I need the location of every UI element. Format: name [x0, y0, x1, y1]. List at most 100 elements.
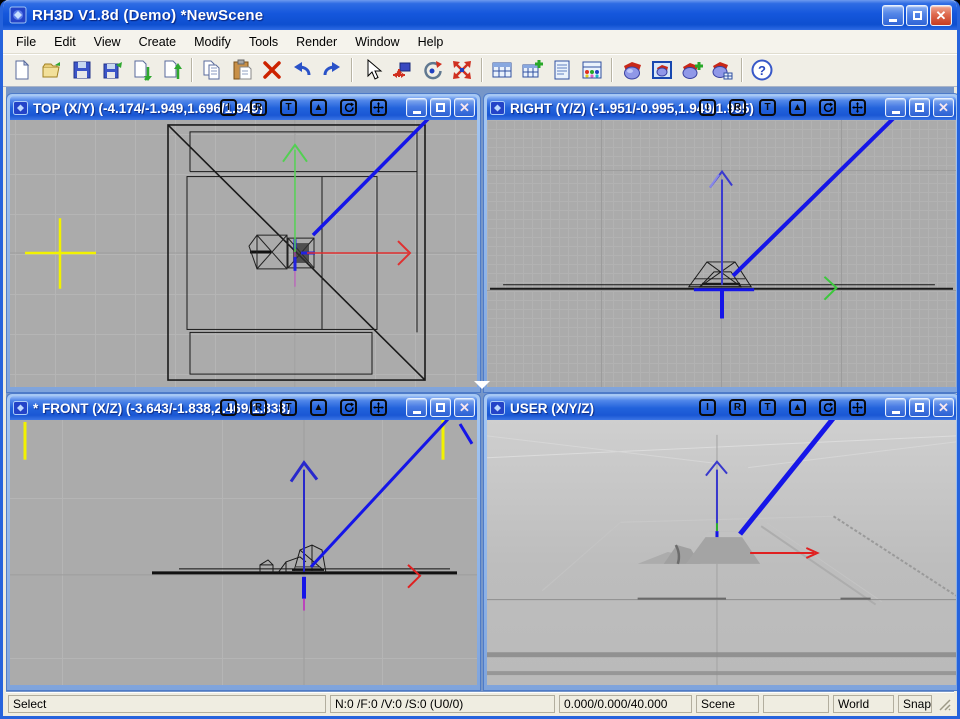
maximize-icon — [436, 403, 445, 412]
user-toggle-i[interactable]: I — [699, 399, 716, 416]
close-icon: ✕ — [459, 101, 470, 114]
material-add-button[interactable] — [677, 56, 707, 84]
user-scene — [487, 420, 956, 685]
status-snap[interactable]: Snap — [898, 695, 932, 713]
top-toggle-shade[interactable]: ▲ — [310, 99, 327, 116]
top-toggle-r[interactable]: R — [250, 99, 267, 116]
viewport-user-titlebar[interactable]: USER (X/Y/Z) IRT▲ ✕ — [487, 396, 956, 420]
menu-item-view[interactable]: View — [85, 32, 130, 52]
move-button[interactable] — [387, 56, 417, 84]
top-close-button[interactable]: ✕ — [454, 98, 475, 117]
top-toggle-pan[interactable] — [370, 99, 387, 116]
copy-button[interactable] — [197, 56, 227, 84]
top-toggle-i[interactable]: I — [220, 99, 237, 116]
menu-item-edit[interactable]: Edit — [45, 32, 85, 52]
redo-button[interactable] — [317, 56, 347, 84]
front-maximize-button[interactable] — [430, 398, 451, 417]
front-toggle-t[interactable]: T — [280, 399, 297, 416]
front-close-button[interactable]: ✕ — [454, 398, 475, 417]
front-toggle-pan[interactable] — [370, 399, 387, 416]
right-maximize-button[interactable] — [909, 98, 930, 117]
viewport-front-canvas[interactable] — [10, 420, 477, 685]
user-minimize-button[interactable] — [885, 398, 906, 417]
viewport-top-titlebar[interactable]: TOP (X/Y) (-4.174/-1.949,1.696/1.949) IR… — [10, 96, 477, 120]
resize-grip[interactable] — [936, 696, 952, 712]
toolbar-separator — [351, 58, 353, 82]
save-button[interactable] — [67, 56, 97, 84]
menu-item-create[interactable]: Create — [130, 32, 186, 52]
maximize-button[interactable] — [906, 5, 928, 26]
front-minimize-button[interactable] — [406, 398, 427, 417]
close-icon: ✕ — [938, 401, 949, 414]
menu-item-modify[interactable]: Modify — [185, 32, 240, 52]
right-toggle-shade[interactable]: ▲ — [789, 99, 806, 116]
undo-button[interactable] — [287, 56, 317, 84]
material-table-button[interactable] — [707, 56, 737, 84]
user-toggle-r[interactable]: R — [729, 399, 746, 416]
user-toggle-t[interactable]: T — [759, 399, 776, 416]
right-toggle-pan[interactable] — [849, 99, 866, 116]
user-toggle-pan[interactable] — [849, 399, 866, 416]
open-button[interactable] — [37, 56, 67, 84]
right-toggle-rotate[interactable] — [819, 99, 836, 116]
menu-item-help[interactable]: Help — [409, 32, 453, 52]
status-scene[interactable]: Scene — [696, 695, 759, 713]
right-toggle-r[interactable]: R — [729, 99, 746, 116]
viewport-front-titlebar[interactable]: * FRONT (X/Z) (-3.643/-1.838,2.469/1.838… — [10, 396, 477, 420]
list-icon — [551, 59, 573, 81]
palette-icon — [581, 59, 603, 81]
front-toggle-shade[interactable]: ▲ — [310, 399, 327, 416]
new-button[interactable] — [7, 56, 37, 84]
object-add-button[interactable] — [517, 56, 547, 84]
menu-item-window[interactable]: Window — [346, 32, 408, 52]
help-icon: ? — [751, 59, 773, 81]
viewport-right-titlebar[interactable]: RIGHT (Y/Z) (-1.951/-0.995,1.949/1.995) … — [487, 96, 956, 120]
top-maximize-button[interactable] — [430, 98, 451, 117]
minimize-icon — [889, 19, 897, 22]
top-toggle-t[interactable]: T — [280, 99, 297, 116]
close-icon: ✕ — [936, 9, 947, 22]
status-space[interactable]: World — [833, 695, 894, 713]
close-button[interactable]: ✕ — [930, 5, 952, 26]
rotate-button[interactable] — [417, 56, 447, 84]
right-close-button[interactable]: ✕ — [933, 98, 954, 117]
new-document-icon — [11, 59, 33, 81]
list-view-button[interactable] — [547, 56, 577, 84]
menu-item-file[interactable]: File — [7, 32, 45, 52]
export-button[interactable] — [157, 56, 187, 84]
menu-item-tools[interactable]: Tools — [240, 32, 287, 52]
front-toggle-rotate[interactable] — [340, 399, 357, 416]
object-table-button[interactable] — [487, 56, 517, 84]
user-close-button[interactable]: ✕ — [933, 398, 954, 417]
right-toggle-i[interactable]: I — [699, 99, 716, 116]
top-toggle-rotate[interactable] — [340, 99, 357, 116]
front-toggle-r[interactable]: R — [250, 399, 267, 416]
delete-button[interactable] — [257, 56, 287, 84]
top-minimize-button[interactable] — [406, 98, 427, 117]
material-view-button[interactable] — [647, 56, 677, 84]
select-button[interactable] — [357, 56, 387, 84]
save-as-button[interactable] — [97, 56, 127, 84]
user-toggle-rotate[interactable] — [819, 399, 836, 416]
viewport-right-canvas[interactable] — [487, 120, 956, 387]
page-down-icon — [131, 59, 153, 81]
user-toggle-shade[interactable]: ▲ — [789, 399, 806, 416]
right-toggle-t[interactable]: T — [759, 99, 776, 116]
menu-item-render[interactable]: Render — [287, 32, 346, 52]
paste-button[interactable] — [227, 56, 257, 84]
menubar: FileEditViewCreateModifyToolsRenderWindo… — [3, 30, 957, 54]
material-button[interactable] — [617, 56, 647, 84]
splitter-marker[interactable] — [474, 381, 490, 389]
front-toggle-i[interactable]: I — [220, 399, 237, 416]
user-maximize-button[interactable] — [909, 398, 930, 417]
color-palette-button[interactable] — [577, 56, 607, 84]
import-button[interactable] — [127, 56, 157, 84]
right-minimize-button[interactable] — [885, 98, 906, 117]
redo-arrow-icon — [321, 59, 343, 81]
scale-button[interactable] — [447, 56, 477, 84]
minimize-button[interactable] — [882, 5, 904, 26]
viewport-top-canvas[interactable] — [10, 120, 477, 387]
viewport-user-canvas[interactable] — [487, 420, 956, 685]
toolbar-separator — [741, 58, 743, 82]
help-button[interactable]: ? — [747, 56, 777, 84]
